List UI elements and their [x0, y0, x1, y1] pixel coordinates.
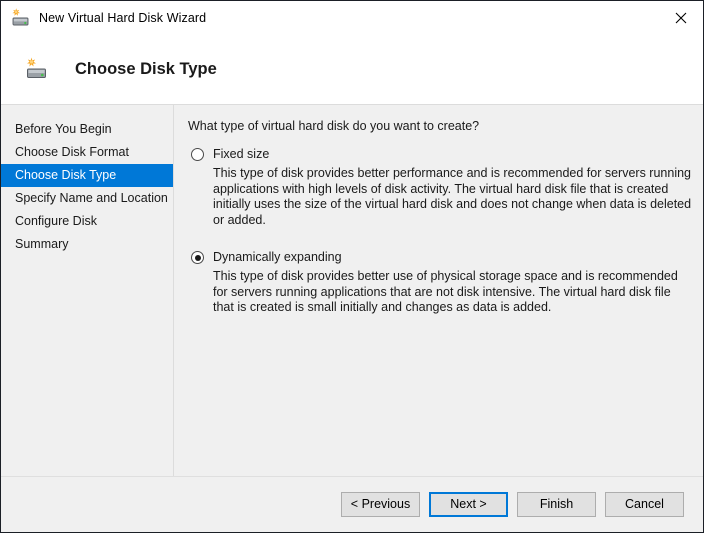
header-banner: Choose Disk Type — [1, 34, 703, 105]
cancel-button[interactable]: Cancel — [605, 492, 684, 517]
option-fixed-size[interactable]: Fixed size — [188, 146, 693, 162]
dialog-footer: < Previous Next > Finish Cancel — [1, 476, 703, 532]
radio-dynamically-expanding[interactable] — [191, 251, 204, 264]
radio-fixed-size[interactable] — [191, 148, 204, 161]
page-title: Choose Disk Type — [75, 59, 217, 78]
question-label: What type of virtual hard disk do you wa… — [188, 119, 480, 133]
main-content: What type of virtual hard disk do you wa… — [174, 105, 703, 476]
wizard-step-sidebar: Before You Begin Choose Disk Format Choo… — [1, 105, 174, 476]
sidebar-item-specify-name-and-location[interactable]: Specify Name and Location — [1, 187, 173, 210]
sidebar-item-before-you-begin[interactable]: Before You Begin — [1, 118, 173, 141]
option-label-fixed-size: Fixed size — [213, 147, 270, 161]
new-hard-disk-icon — [23, 56, 49, 82]
sidebar-item-choose-disk-format[interactable]: Choose Disk Format — [1, 141, 173, 164]
option-dynamically-expanding[interactable]: Dynamically expanding — [188, 249, 693, 265]
sidebar-item-configure-disk[interactable]: Configure Disk — [1, 210, 173, 233]
close-button[interactable] — [658, 1, 703, 34]
option-description-dynamically-expanding: This type of disk provides better use of… — [213, 269, 678, 314]
finish-button[interactable]: Finish — [517, 492, 596, 517]
next-button[interactable]: Next > — [429, 492, 508, 517]
title-bar: New Virtual Hard Disk Wizard — [1, 1, 703, 34]
sidebar-item-summary[interactable]: Summary — [1, 233, 173, 256]
close-icon — [675, 12, 687, 24]
option-description-fixed-size: This type of disk provides better perfor… — [213, 166, 692, 227]
previous-button[interactable]: < Previous — [341, 492, 420, 517]
wizard-window: New Virtual Hard Disk Wizard Choose Disk… — [0, 0, 704, 533]
window-title: New Virtual Hard Disk Wizard — [39, 10, 207, 25]
option-label-dynamically-expanding: Dynamically expanding — [213, 250, 342, 264]
dialog-body: Before You Begin Choose Disk Format Choo… — [1, 105, 703, 476]
new-hard-disk-icon — [9, 7, 31, 29]
sidebar-item-choose-disk-type[interactable]: Choose Disk Type — [1, 164, 173, 187]
